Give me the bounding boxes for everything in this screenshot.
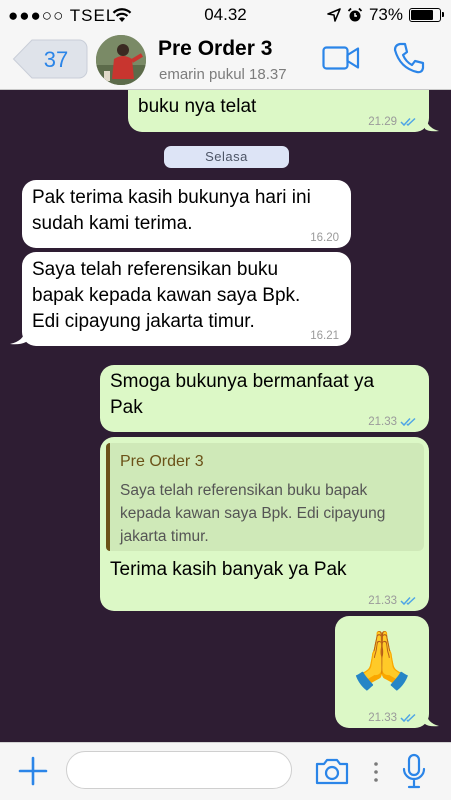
message-time: 21.29	[368, 116, 397, 128]
battery-fill	[411, 10, 433, 20]
bubble-tail	[425, 116, 439, 132]
date-divider: Selasa	[164, 146, 289, 168]
message-text: buku nya telat	[138, 96, 257, 117]
microphone-icon[interactable]	[401, 753, 427, 791]
bubble-tail	[10, 329, 26, 345]
video-call-icon[interactable]	[322, 46, 360, 70]
message-bubble-outgoing[interactable]: buku nya telat 21.29	[128, 90, 429, 132]
emoji-pray: 🙏	[347, 628, 417, 691]
message-text: Terima kasih banyak ya Pak	[110, 559, 347, 580]
message-bubble-outgoing-emoji[interactable]: 🙏 21.33	[335, 616, 429, 728]
double-check-icon	[400, 713, 416, 723]
message-input[interactable]	[66, 751, 292, 789]
battery-percent: 73%	[368, 5, 403, 24]
message-time: 21.33	[368, 416, 397, 428]
message-bubble-incoming[interactable]: Pak terima kasih bukunya hari ini sudah …	[22, 180, 351, 248]
message-time: 16.20	[310, 232, 339, 244]
camera-icon[interactable]	[314, 757, 350, 785]
phone-call-icon[interactable]	[392, 41, 426, 75]
message-text: Smoga bukunya bermanfaat ya Pak	[110, 371, 375, 418]
plus-icon[interactable]	[16, 754, 50, 788]
message-bubble-outgoing-reply[interactable]: Pre Order 3 Saya telah referensikan buku…	[100, 437, 429, 611]
contact-avatar[interactable]	[96, 35, 146, 85]
more-dots-icon[interactable]	[373, 761, 379, 783]
bubble-tail	[425, 711, 439, 727]
status-right: 73%	[327, 5, 444, 25]
alarm-icon	[347, 7, 363, 22]
quote-author: Pre Order 3	[120, 453, 204, 470]
quoted-message[interactable]: Pre Order 3 Saya telah referensikan buku…	[106, 443, 424, 551]
contact-name[interactable]: Pre Order 3	[158, 37, 272, 61]
chat-header: 37 Pre Order 3 emarin pukul 18.37	[0, 30, 451, 90]
unread-count: 37	[43, 47, 69, 72]
message-time: 21.33	[368, 712, 397, 724]
avatar-image	[96, 35, 146, 85]
double-check-icon	[400, 417, 416, 427]
composer-bar	[0, 742, 451, 800]
quote-text: Saya telah referensikan buku bapak kepad…	[120, 482, 386, 545]
last-seen: emarin pukul 18.37	[159, 66, 287, 83]
message-bubble-incoming[interactable]: Saya telah referensikan buku bapak kepad…	[22, 252, 351, 346]
message-text: Pak terima kasih bukunya hari ini sudah …	[32, 187, 311, 234]
message-bubble-outgoing[interactable]: Smoga bukunya bermanfaat ya Pak 21.33	[100, 365, 429, 432]
message-time: 16.21	[310, 330, 339, 342]
status-bar: ●●●○○ TSEL 04.32 73%	[0, 0, 451, 30]
back-button[interactable]: 37	[12, 39, 88, 79]
battery-icon	[409, 8, 444, 22]
quote-bar	[106, 443, 110, 551]
message-time: 21.33	[368, 595, 397, 607]
message-list[interactable]: buku nya telat 21.29 Selasa Pak terima k…	[0, 90, 451, 742]
message-text: Saya telah referensikan buku bapak kepad…	[32, 259, 301, 332]
double-check-icon	[400, 596, 416, 606]
location-arrow-icon	[327, 8, 341, 22]
double-check-icon	[400, 117, 416, 127]
